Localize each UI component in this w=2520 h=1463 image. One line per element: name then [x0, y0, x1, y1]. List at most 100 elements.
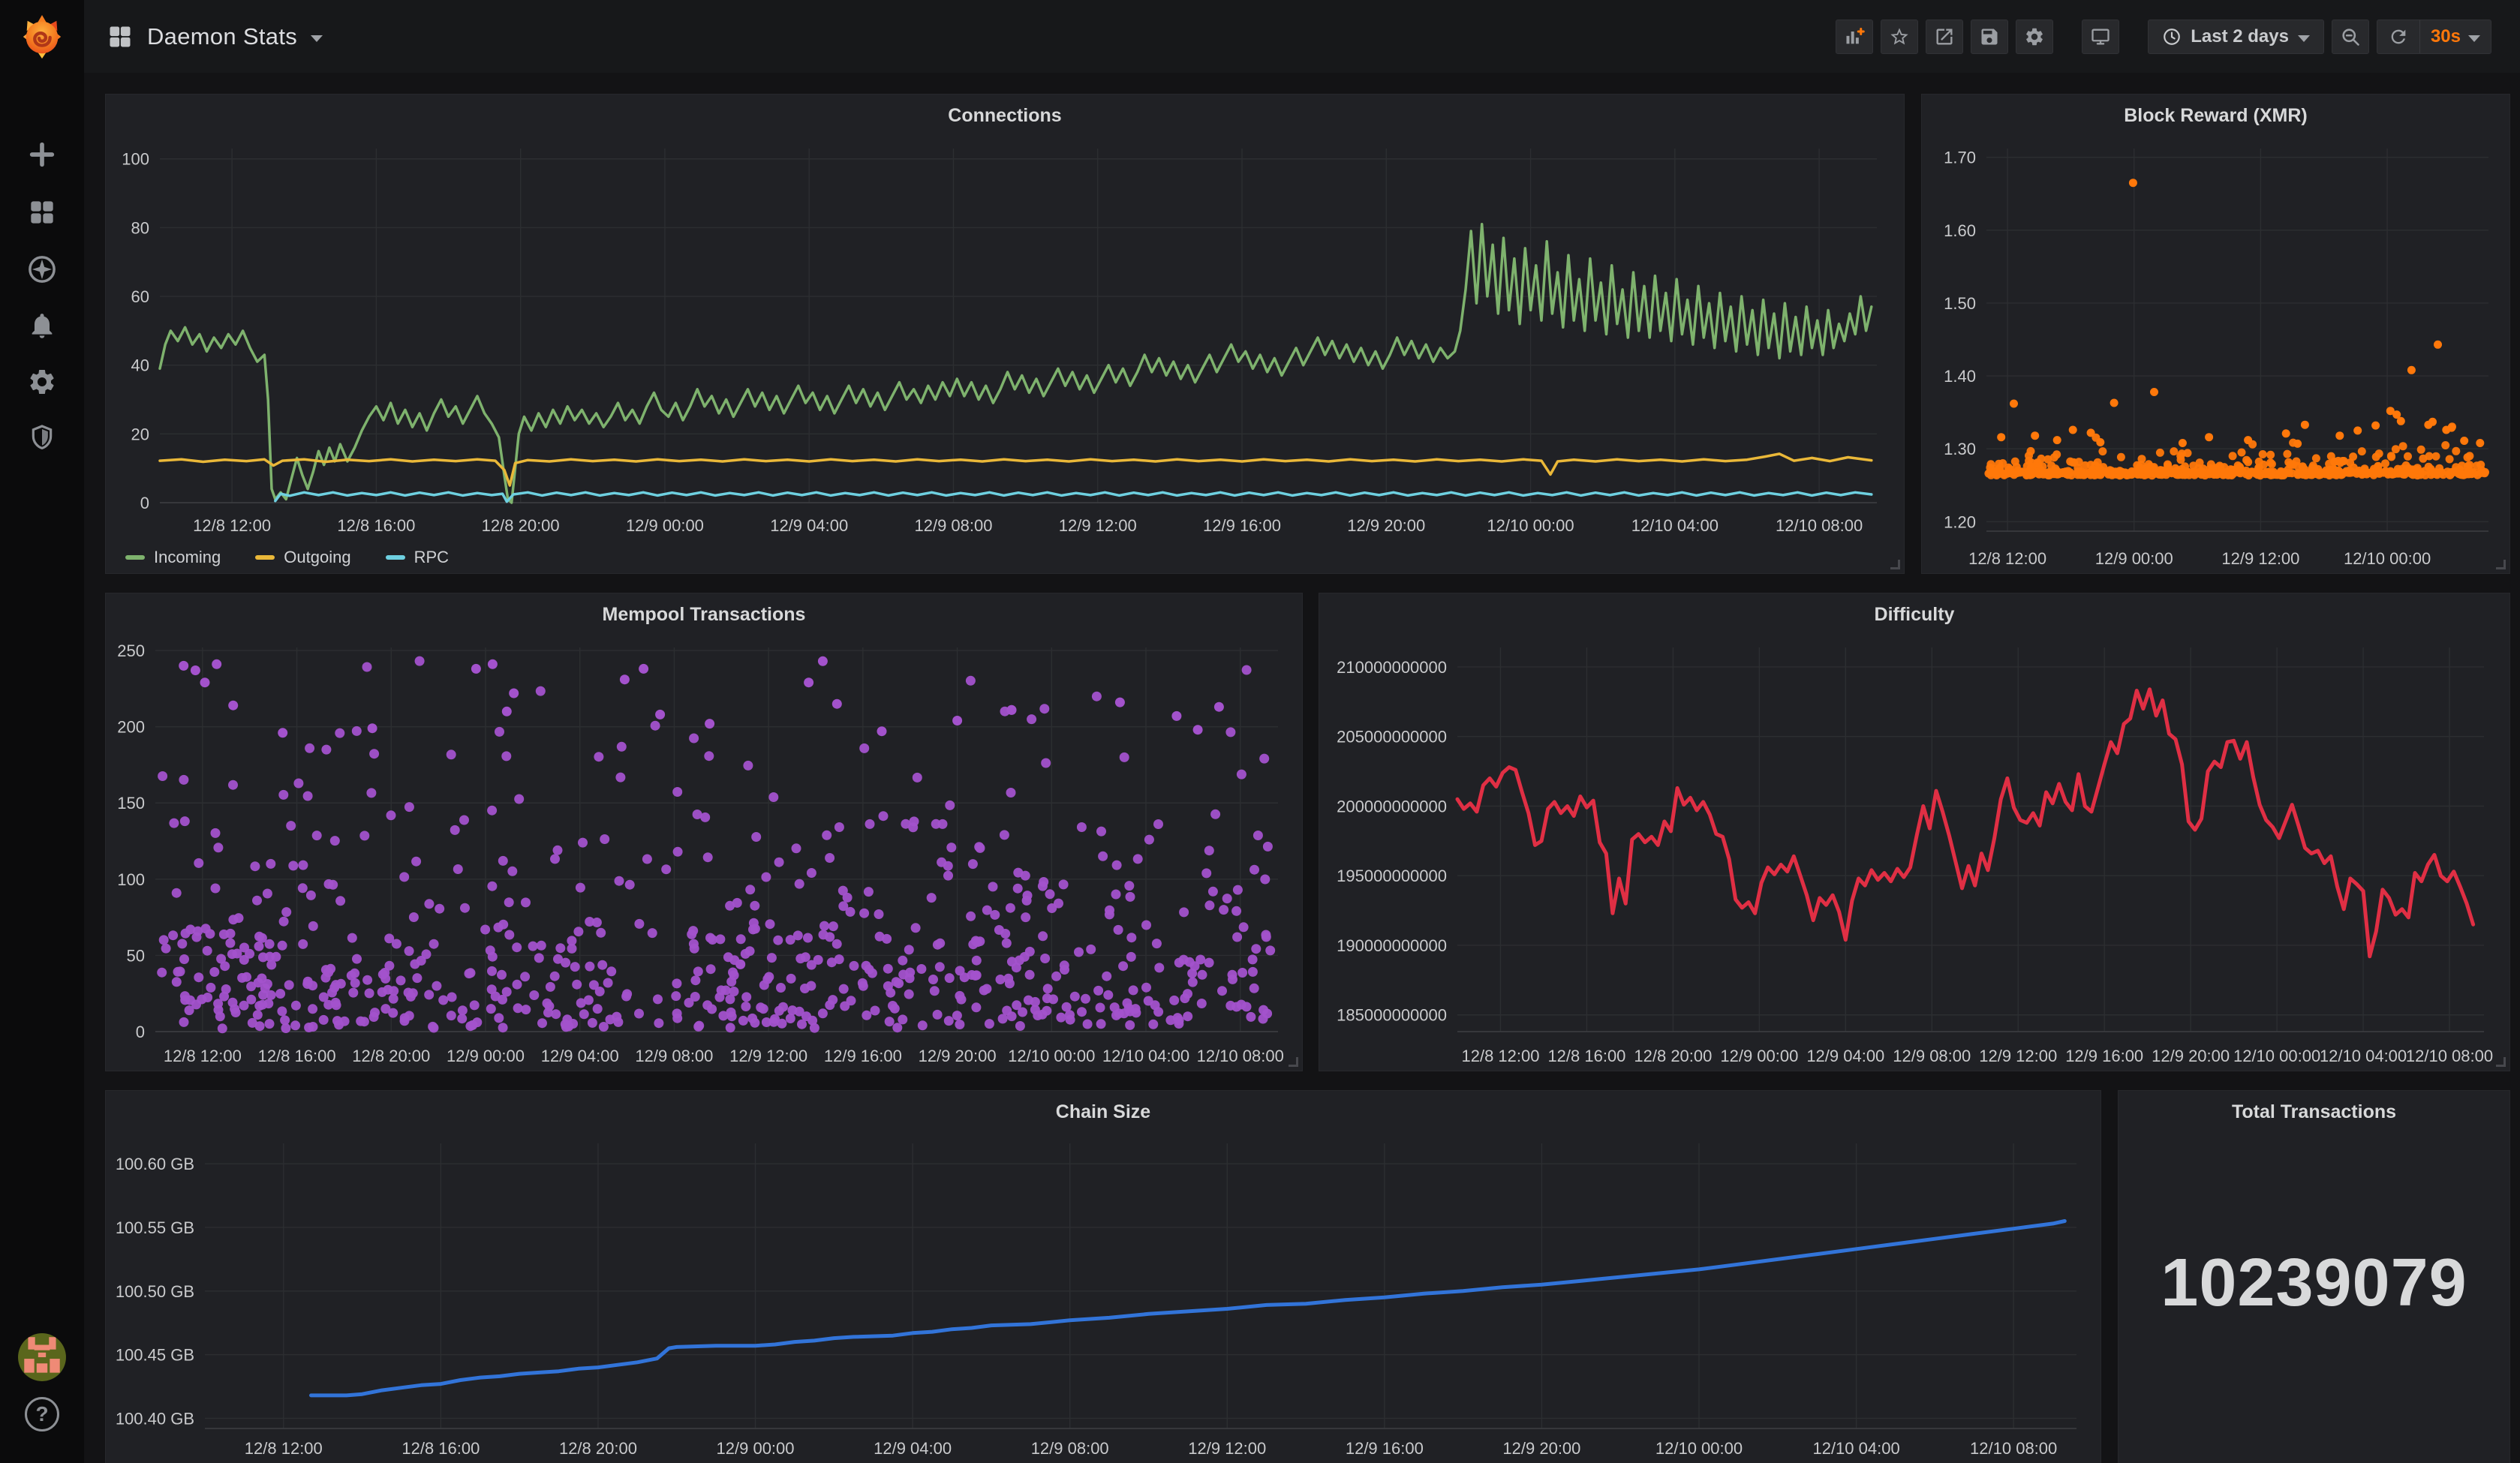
share-button[interactable] [1926, 20, 1963, 54]
svg-text:1.40: 1.40 [1944, 367, 1976, 386]
save-icon [1979, 26, 2000, 47]
grafana-logo[interactable] [19, 14, 65, 60]
legend-label: RPC [414, 548, 449, 567]
svg-text:195000000000: 195000000000 [1337, 867, 1447, 885]
sidebar-item-create[interactable] [27, 140, 57, 170]
svg-text:0: 0 [140, 494, 149, 512]
svg-text:190000000000: 190000000000 [1337, 936, 1447, 955]
panel-title[interactable]: Mempool Transactions [106, 593, 1302, 635]
svg-text:100.60 GB: 100.60 GB [116, 1155, 194, 1173]
svg-text:12/9 12:00: 12/9 12:00 [729, 1047, 807, 1065]
svg-text:100.45 GB: 100.45 GB [116, 1346, 194, 1365]
add-panel-button[interactable] [1836, 20, 1873, 54]
svg-text:12/10 04:00: 12/10 04:00 [1102, 1047, 1189, 1065]
svg-text:150: 150 [117, 794, 145, 813]
sidebar-item-help[interactable]: ? [25, 1397, 59, 1431]
svg-text:12/8 20:00: 12/8 20:00 [352, 1047, 430, 1065]
sidebar-item-dashboards[interactable] [27, 197, 57, 227]
svg-text:12/10 08:00: 12/10 08:00 [1197, 1047, 1284, 1065]
svg-text:1.70: 1.70 [1944, 149, 1976, 167]
toolbar: Last 2 days 30s [1836, 20, 2491, 54]
panel-title[interactable]: Difficulty [1319, 593, 2509, 635]
dashboard-title-button[interactable]: Daemon Stats [107, 23, 323, 50]
chevron-down-icon [2468, 35, 2480, 42]
bell-icon [27, 311, 57, 341]
sidebar-item-explore[interactable] [26, 254, 58, 285]
svg-text:12/8 16:00: 12/8 16:00 [401, 1439, 480, 1458]
chain-size-chart[interactable]: 12/8 12:0012/8 16:0012/8 20:0012/9 00:00… [106, 1133, 2101, 1463]
svg-text:100.40 GB: 100.40 GB [116, 1409, 194, 1428]
legend-item-outgoing[interactable]: Outgoing [255, 548, 350, 567]
svg-text:12/9 00:00: 12/9 00:00 [2095, 549, 2173, 568]
sidebar-item-alerting[interactable] [27, 311, 57, 341]
svg-text:12/10 00:00: 12/10 00:00 [1487, 516, 1574, 535]
grafana-logo-icon [19, 14, 65, 60]
panel-resize-handle[interactable] [1289, 1057, 1298, 1067]
svg-text:12/8 16:00: 12/8 16:00 [258, 1047, 336, 1065]
svg-text:12/9 20:00: 12/9 20:00 [1347, 516, 1425, 535]
add-panel-icon [1844, 26, 1865, 47]
shield-icon [27, 422, 57, 452]
svg-text:12/8 12:00: 12/8 12:00 [164, 1047, 242, 1065]
panel-resize-handle[interactable] [2496, 1057, 2506, 1067]
legend-item-incoming[interactable]: Incoming [125, 548, 221, 567]
svg-text:50: 50 [127, 946, 145, 965]
time-range-picker[interactable]: Last 2 days [2148, 20, 2324, 54]
legend-swatch [386, 555, 405, 560]
user-avatar[interactable] [17, 1332, 67, 1382]
svg-text:20: 20 [131, 425, 149, 443]
share-icon [1934, 26, 1955, 47]
block-reward-chart[interactable]: 12/8 12:0012/9 00:0012/9 12:0012/10 00:0… [1922, 137, 2509, 573]
svg-text:1.20: 1.20 [1944, 512, 1976, 531]
tv-mode-button[interactable] [2082, 20, 2119, 54]
svg-text:12/9 12:00: 12/9 12:00 [2221, 549, 2299, 568]
legend-item-rpc[interactable]: RPC [386, 548, 449, 567]
legend-label: Incoming [154, 548, 221, 567]
svg-text:250: 250 [117, 641, 145, 660]
panel-title[interactable]: Chain Size [106, 1091, 2101, 1133]
panel-resize-handle[interactable] [1890, 560, 1900, 569]
save-button[interactable] [1971, 20, 2008, 54]
svg-text:12/9 16:00: 12/9 16:00 [1203, 516, 1281, 535]
svg-text:12/9 08:00: 12/9 08:00 [1031, 1439, 1109, 1458]
svg-text:12/8 12:00: 12/8 12:00 [245, 1439, 323, 1458]
svg-text:12/9 12:00: 12/9 12:00 [1059, 516, 1137, 535]
chevron-down-icon [311, 35, 323, 42]
sidebar-item-server-admin[interactable] [27, 422, 57, 452]
gear-icon [2024, 26, 2045, 47]
stat-value-wrap: 10239079 [2119, 1133, 2509, 1433]
svg-text:12/9 16:00: 12/9 16:00 [2065, 1047, 2143, 1065]
dashboard-settings-button[interactable] [2016, 20, 2053, 54]
grafana-dashboard: ? Daemon Stats [0, 0, 2520, 1463]
panel-title[interactable]: Connections [106, 95, 1904, 137]
refresh-interval-dropdown[interactable]: 30s [2419, 20, 2491, 53]
svg-text:12/9 00:00: 12/9 00:00 [717, 1439, 795, 1458]
connections-chart[interactable]: 12/8 12:0012/8 16:0012/8 20:0012/9 00:00… [106, 137, 1904, 540]
mempool-chart[interactable]: 12/8 12:0012/8 16:0012/8 20:0012/9 00:00… [106, 635, 1302, 1071]
svg-text:12/9 04:00: 12/9 04:00 [770, 516, 848, 535]
panel-title[interactable]: Total Transactions [2119, 1091, 2509, 1133]
refresh-button[interactable] [2377, 20, 2419, 53]
monitor-icon [2090, 26, 2111, 47]
svg-text:12/8 20:00: 12/8 20:00 [482, 516, 560, 535]
panel-title[interactable]: Block Reward (XMR) [1922, 95, 2509, 137]
sidebar-item-configuration[interactable] [27, 367, 57, 397]
clock-icon [2162, 27, 2182, 47]
svg-text:12/10 08:00: 12/10 08:00 [1970, 1439, 2057, 1458]
svg-text:12/9 08:00: 12/9 08:00 [635, 1047, 713, 1065]
svg-text:12/10 04:00: 12/10 04:00 [1812, 1439, 1899, 1458]
panel-difficulty: Difficulty 12/8 12:0012/8 16:0012/8 20:0… [1319, 593, 2510, 1071]
zoom-out-button[interactable] [2332, 20, 2369, 54]
chevron-down-icon [2298, 35, 2310, 42]
star-button[interactable] [1881, 20, 1918, 54]
svg-text:12/9 04:00: 12/9 04:00 [1806, 1047, 1884, 1065]
avatar-icon [17, 1332, 67, 1382]
time-range-label: Last 2 days [2191, 26, 2289, 47]
svg-text:12/9 20:00: 12/9 20:00 [1502, 1439, 1580, 1458]
difficulty-chart[interactable]: 12/8 12:0012/8 16:0012/8 20:0012/9 00:00… [1319, 635, 2509, 1071]
svg-text:100.55 GB: 100.55 GB [116, 1218, 194, 1237]
panel-resize-handle[interactable] [2496, 560, 2506, 569]
legend-label: Outgoing [284, 548, 350, 567]
svg-text:12/8 16:00: 12/8 16:00 [337, 516, 415, 535]
legend-swatch [255, 555, 275, 560]
